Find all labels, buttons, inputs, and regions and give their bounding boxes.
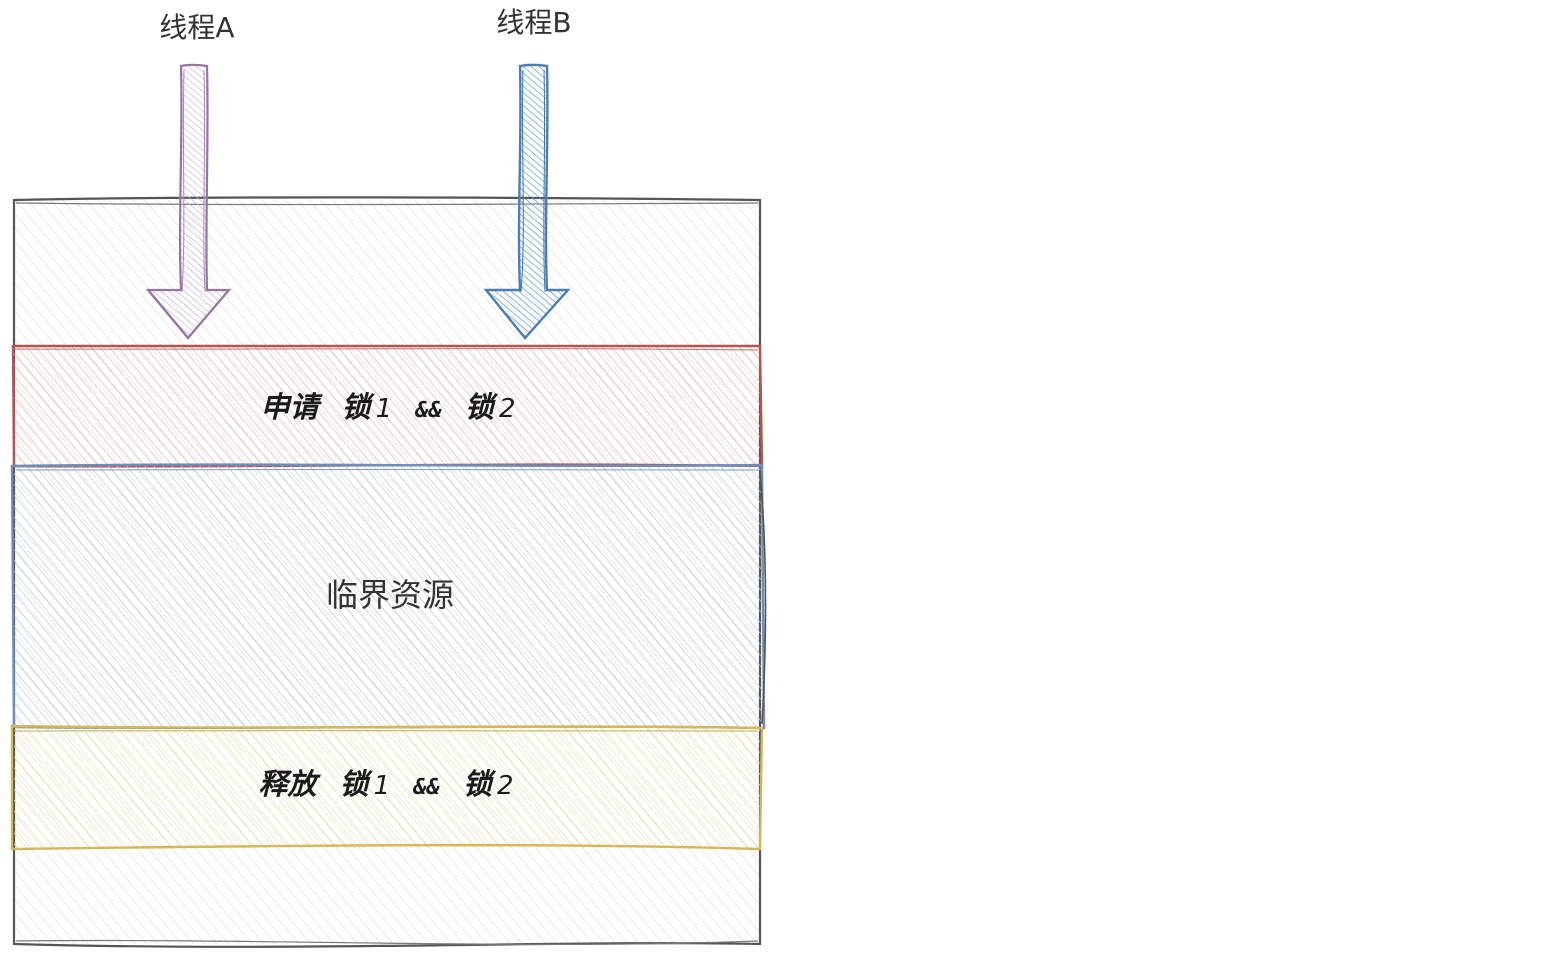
thread-b-label: 线程B xyxy=(496,6,571,39)
acquire-locks-label: 申请 锁 1 && 锁 2 xyxy=(260,390,515,424)
lock-diagram: 申请 锁 1 && 锁 2 临界资源 释放 锁 1 && 锁 2 线程A 线程B xyxy=(10,6,767,948)
release-locks-band: 释放 锁 1 && 锁 2 xyxy=(10,724,764,851)
critical-resource-band: 临界资源 xyxy=(10,463,767,730)
critical-resource-label: 临界资源 xyxy=(326,576,454,614)
release-locks-label: 释放 锁 1 && 锁 2 xyxy=(258,767,513,801)
acquire-locks-band: 申请 锁 1 && 锁 2 xyxy=(11,343,764,468)
thread-a-label: 线程A xyxy=(159,11,234,44)
